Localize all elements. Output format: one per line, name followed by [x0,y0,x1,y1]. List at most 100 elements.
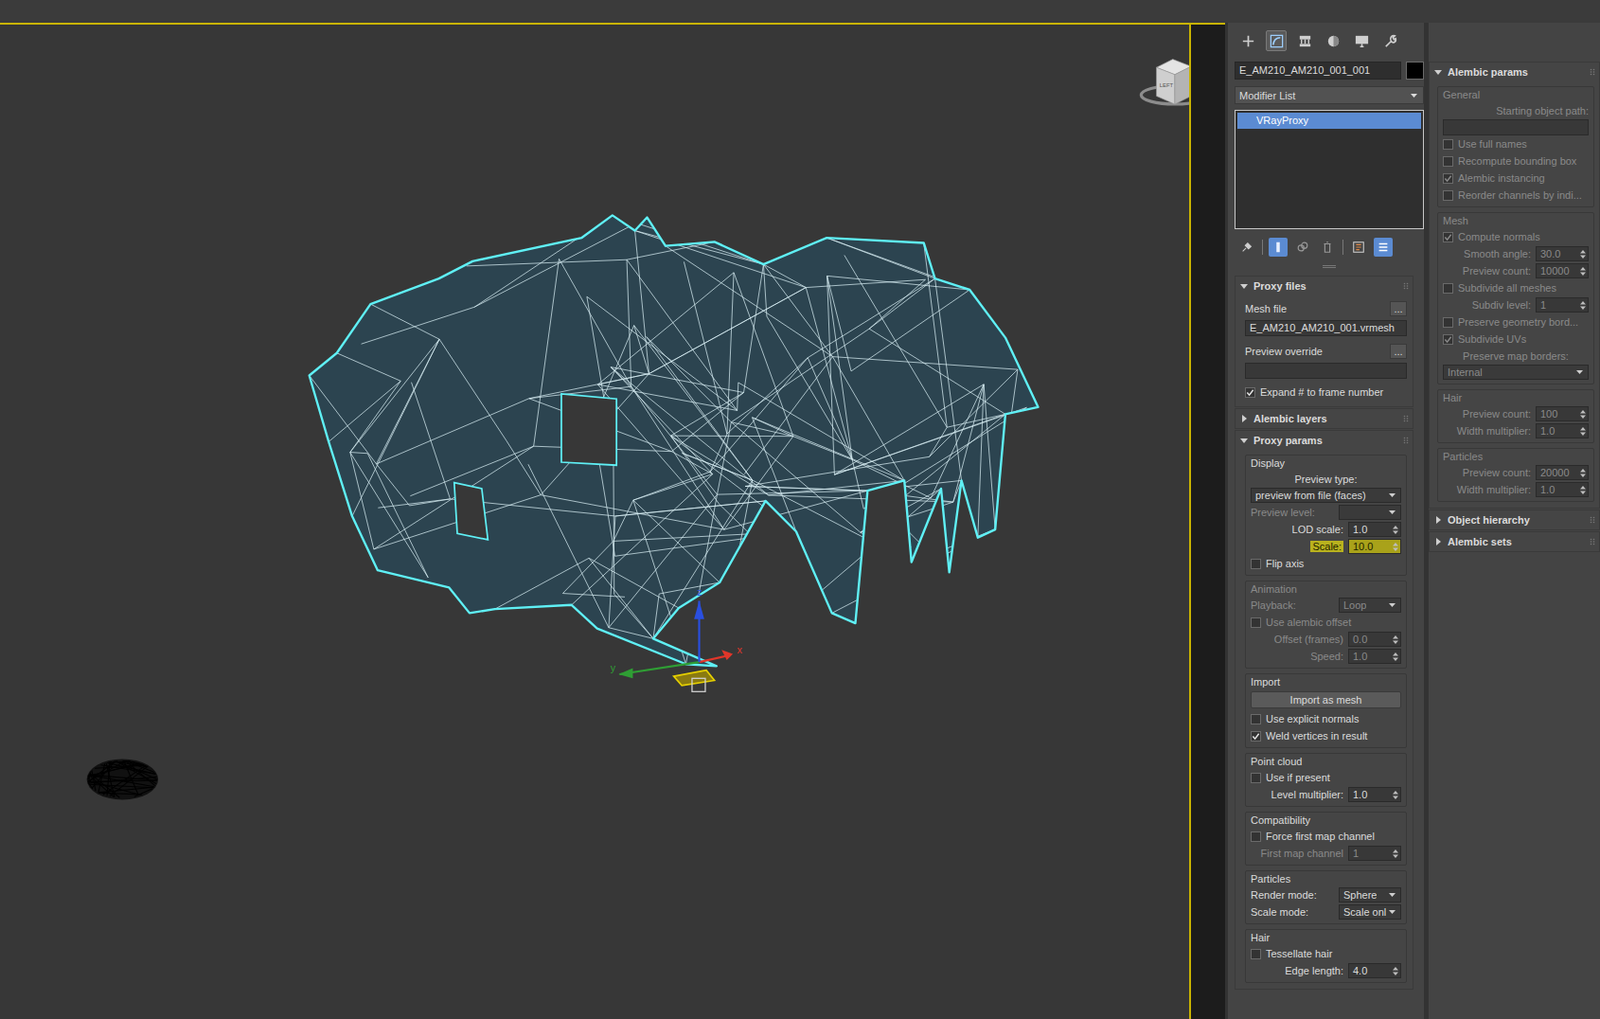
checkbox-row[interactable]: Use full names [1442,135,1589,153]
spinner-arrows-icon[interactable] [1580,426,1586,437]
spinner-arrows-icon[interactable] [1392,965,1399,977]
checkbox-row[interactable]: Weld vertices in result [1250,727,1402,745]
object-name-field[interactable]: E_AM210_AM210_001_001 [1234,61,1402,80]
command-tab[interactable] [1379,30,1401,52]
viewport[interactable]: xyz LEFT [0,24,1192,1019]
checkbox-row[interactable]: Compute normals [1442,228,1589,246]
checkbox-row[interactable]: Use alembic offset [1250,613,1402,631]
rollout-header[interactable]: Alembic params [1429,62,1600,82]
checkbox-row[interactable]: Use if present [1250,768,1402,786]
checkbox-row[interactable]: Expand # to frame number [1244,383,1407,401]
transform-gizmo[interactable]: xyz [610,586,744,692]
spinner-arrows-icon[interactable] [1392,848,1399,859]
checkbox-row[interactable]: Force first map channel [1250,827,1402,845]
spinner-field[interactable]: 1 [1348,845,1402,861]
checkbox[interactable] [1244,387,1256,398]
spinner-arrows-icon[interactable] [1392,524,1399,535]
checkbox-row[interactable]: Use explicit normals [1250,710,1402,728]
command-tab[interactable] [1294,30,1316,52]
browse-button[interactable]: ... [1389,343,1407,359]
rollout-header[interactable]: Proxy files [1235,276,1413,296]
spinner-field[interactable]: 1.0 [1348,786,1402,802]
dropdown[interactable]: Internal [1442,364,1589,380]
checkbox[interactable] [1442,190,1454,201]
stack-tool-button[interactable] [1349,237,1369,257]
spinner-field[interactable]: 1 [1535,297,1589,313]
spinner-arrows-icon[interactable] [1392,634,1399,645]
checkbox[interactable] [1442,283,1454,294]
spinner-arrows-icon[interactable] [1392,541,1399,552]
dropdown[interactable]: Sphere [1338,887,1402,903]
checkbox-row[interactable]: Flip axis [1250,554,1402,572]
object-color-swatch[interactable] [1405,61,1424,80]
text-field[interactable] [1442,119,1589,136]
viewcube[interactable]: LEFT [1140,59,1190,105]
command-tab[interactable] [1322,30,1344,52]
command-tab[interactable] [1265,30,1287,52]
checkbox[interactable] [1442,173,1454,184]
import-button[interactable]: Import as mesh [1250,691,1402,709]
rollout-header[interactable]: Proxy params [1235,430,1413,450]
checkbox-row[interactable]: Reorder channels by indi... [1442,186,1589,204]
spinner-field[interactable]: 10.0 [1348,538,1402,554]
dropdown[interactable]: Loop [1338,597,1402,613]
spinner-field[interactable]: 30.0 [1535,246,1589,262]
stack-item[interactable]: VRayProxy [1237,112,1422,129]
rollout-header[interactable]: Alembic sets [1429,532,1600,552]
spinner-field[interactable]: 0.0 [1348,631,1402,647]
checkbox[interactable] [1442,231,1454,243]
spinner-field[interactable]: 1.0 [1348,521,1402,537]
spinner-field[interactable]: 20000 [1535,464,1589,480]
spinner-field[interactable]: 1.0 [1348,648,1402,664]
stack-tool-button[interactable] [1268,237,1288,257]
browse-button[interactable]: ... [1389,301,1407,317]
dropdown[interactable] [1338,504,1402,520]
checkbox[interactable] [1250,831,1262,842]
spinner-arrows-icon[interactable] [1580,300,1586,311]
checkbox-row[interactable]: Alembic instancing [1442,169,1589,187]
stack-tool-button[interactable] [1293,237,1313,257]
rollout-header[interactable]: Object hierarchy [1429,510,1600,530]
stack-tool-button[interactable] [1317,237,1337,257]
rollout-header[interactable]: Alembic layers [1235,408,1413,428]
viewport-canvas[interactable]: xyz LEFT [0,24,1190,1019]
checkbox[interactable] [1250,713,1262,725]
small-object[interactable] [87,758,159,800]
spinner-field[interactable]: 10000 [1535,263,1589,279]
stack-tool-button[interactable] [1373,237,1393,257]
spinner-field[interactable]: 100 [1535,406,1589,422]
dropdown[interactable]: Scale onl [1338,904,1402,920]
checkbox[interactable] [1250,730,1262,742]
spinner-arrows-icon[interactable] [1392,789,1399,800]
checkbox[interactable] [1250,948,1262,960]
spinner-field[interactable]: 1.0 [1535,481,1589,498]
checkbox-row[interactable]: Subdivide all meshes [1442,279,1589,297]
spinner-arrows-icon[interactable] [1580,467,1586,479]
spinner-arrows-icon[interactable] [1580,484,1586,496]
proxy-mesh[interactable] [309,214,1039,666]
checkbox-row[interactable]: Subdivide UVs [1442,330,1589,348]
spinner-field[interactable]: 4.0 [1348,962,1402,978]
checkbox[interactable] [1442,334,1454,345]
checkbox[interactable] [1442,139,1454,150]
stack-tool-button[interactable] [1237,237,1257,257]
spinner-arrows-icon[interactable] [1580,248,1586,260]
checkbox[interactable] [1250,558,1262,569]
modifier-list-dropdown[interactable]: Modifier List [1234,86,1424,105]
spinner-arrows-icon[interactable] [1580,266,1586,277]
command-tab[interactable] [1351,30,1372,52]
checkbox-row[interactable]: Preserve geometry bord... [1442,313,1589,331]
spinner-arrows-icon[interactable] [1580,408,1586,420]
spinner-field[interactable]: 1.0 [1535,423,1589,439]
spinner-arrows-icon[interactable] [1392,651,1399,662]
panel-divider[interactable] [1322,265,1336,268]
file-path-field[interactable]: E_AM210_AM210_001.vrmesh [1244,320,1407,337]
file-path-field[interactable] [1244,362,1407,379]
checkbox-row[interactable]: Tessellate hair [1250,944,1402,962]
checkbox[interactable] [1442,317,1454,328]
command-tab[interactable] [1237,30,1259,52]
checkbox[interactable] [1250,617,1262,628]
checkbox[interactable] [1442,156,1454,167]
dropdown[interactable]: preview from file (faces) [1250,487,1402,503]
checkbox[interactable] [1250,772,1262,783]
